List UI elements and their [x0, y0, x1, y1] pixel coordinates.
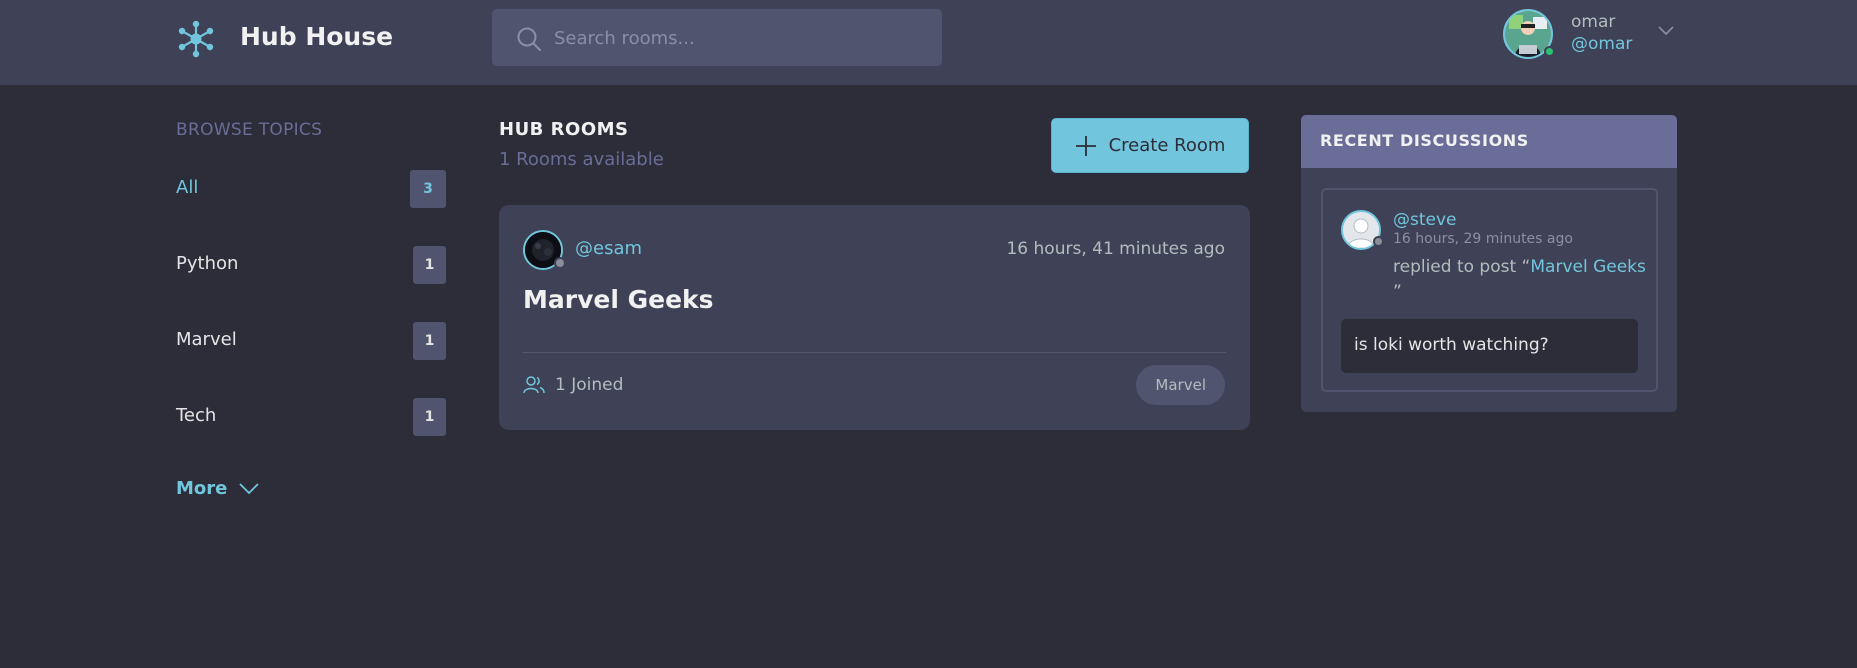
logo-icon[interactable] [176, 19, 216, 59]
search-icon [517, 27, 541, 51]
topic-item-all[interactable]: All 3 [176, 170, 446, 210]
create-room-label: Create Room [1108, 135, 1226, 156]
rooms-title: HUB ROOMS [499, 119, 629, 140]
room-timestamp: 16 hours, 41 minutes ago [1006, 239, 1225, 259]
online-status-dot [1544, 46, 1555, 57]
chevron-down-icon[interactable] [1656, 20, 1676, 40]
room-name-link[interactable]: Marvel Geeks [523, 285, 714, 314]
plus-icon [1075, 135, 1096, 156]
recent-discussions-title: RECENT DISCUSSIONS [1301, 115, 1677, 168]
search-bar[interactable] [492, 9, 942, 66]
activity-item: @steve 16 hours, 29 minutes ago replied … [1321, 188, 1658, 392]
topic-item-tech[interactable]: Tech 1 [176, 398, 446, 438]
create-room-button[interactable]: Create Room [1051, 118, 1249, 173]
topic-label: All [176, 177, 199, 198]
activity-message: is loki worth watching? [1341, 319, 1638, 373]
top-header: Hub House omar @omar [0, 0, 1857, 85]
divider [523, 352, 1226, 353]
room-card[interactable]: @esam 16 hours, 41 minutes ago Marvel Ge… [499, 205, 1250, 430]
room-host-link[interactable]: @esam [575, 238, 642, 259]
topic-count-badge: 3 [410, 170, 446, 208]
topic-count-badge: 1 [413, 398, 446, 436]
rooms-count: 1 Rooms available [499, 149, 664, 170]
user-handle[interactable]: @omar [1571, 34, 1632, 54]
chevron-down-icon [239, 482, 260, 494]
users-icon [523, 376, 545, 394]
activity-action-text: replied to post “ [1393, 257, 1531, 277]
more-topics-link[interactable]: More [176, 478, 260, 499]
topic-count-badge: 1 [413, 322, 446, 360]
topic-item-marvel[interactable]: Marvel 1 [176, 322, 446, 362]
user-avatar-wrap[interactable] [1503, 9, 1555, 59]
topic-count-badge: 1 [413, 246, 446, 284]
brand-name[interactable]: Hub House [240, 22, 393, 51]
topic-label: Python [176, 253, 239, 274]
activity-description: replied to post “Marvel Geeks ” [1393, 255, 1648, 305]
room-participants: 1 Joined [555, 375, 624, 395]
status-dot [554, 257, 566, 269]
recent-discussions-panel: RECENT DISCUSSIONS @steve 16 hours, 29 m… [1301, 115, 1677, 412]
activity-user-link[interactable]: @steve [1393, 210, 1457, 230]
activity-action-suffix: ” [1393, 282, 1402, 302]
topic-item-python[interactable]: Python 1 [176, 246, 446, 286]
status-dot [1373, 236, 1384, 247]
user-name[interactable]: omar [1571, 12, 1615, 32]
activity-timestamp: 16 hours, 29 minutes ago [1393, 231, 1573, 247]
more-label: More [176, 478, 228, 499]
topic-label: Tech [176, 405, 217, 426]
search-input[interactable] [554, 21, 924, 55]
browse-topics-title: BROWSE TOPICS [176, 120, 323, 140]
room-topic-tag[interactable]: Marvel [1136, 365, 1225, 405]
topic-label: Marvel [176, 329, 237, 350]
activity-room-link[interactable]: Marvel Geeks [1530, 257, 1646, 277]
